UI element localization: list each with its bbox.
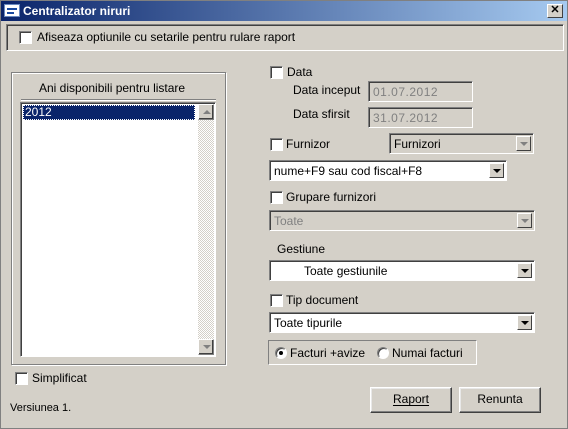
furnizor-checkbox[interactable] — [270, 138, 283, 151]
furnizor-search-select[interactable]: nume+F9 sau cod fiscal+F8 — [269, 160, 507, 181]
scroll-down-arrow-icon — [203, 345, 211, 349]
tip-document-label: Tip document — [286, 293, 359, 307]
grupare-label: Grupare furnizori — [286, 190, 377, 204]
show-options-checkbox[interactable] — [19, 31, 32, 44]
dropdown-arrow-icon[interactable] — [516, 136, 531, 151]
radio-facturi-avize-label: Facturi +avize — [290, 346, 366, 360]
list-item[interactable]: 2012 — [23, 105, 195, 120]
simplificat-checkbox[interactable] — [15, 372, 28, 385]
scroll-down-button[interactable] — [198, 339, 214, 355]
gestiune-label: Gestiune — [277, 242, 326, 256]
tip-document-select[interactable]: Toate tipurile — [269, 312, 535, 333]
grupare-checkbox[interactable] — [270, 191, 283, 204]
years-panel-title: Ani disponibili pentru listare — [39, 81, 186, 95]
years-panel-divider — [21, 99, 216, 101]
start-date-label: Data inceput — [293, 83, 361, 97]
end-date-label: Data sfirsit — [293, 107, 350, 121]
show-options-label: Afiseaza optiunile cu setarile pentru ru… — [37, 30, 296, 44]
data-checkbox[interactable] — [270, 66, 283, 79]
radio-numai-facturi[interactable] — [377, 347, 389, 359]
close-button[interactable]: ✕ — [547, 4, 563, 18]
dropdown-arrow-icon[interactable] — [517, 263, 532, 278]
years-listbox[interactable]: 2012 — [20, 102, 216, 357]
version-label: Versiunea 1. — [10, 402, 72, 414]
dropdown-arrow-icon[interactable] — [517, 213, 532, 228]
dropdown-arrow-icon[interactable] — [517, 315, 532, 330]
main-window: Centralizator niruri ✕ Afiseaza optiunil… — [0, 0, 568, 429]
grupare-select[interactable]: Toate — [269, 210, 535, 231]
dropdown-arrow-icon[interactable] — [489, 163, 504, 178]
scroll-up-arrow-icon — [203, 110, 211, 114]
start-date-field[interactable]: 01.07.2012 — [368, 81, 473, 102]
renunta-button[interactable]: Renunta — [459, 387, 541, 413]
document-radio-group: Facturi +avize Numai facturi — [268, 340, 477, 365]
raport-button[interactable]: Raport — [370, 387, 452, 413]
gestiune-select[interactable]: Toate gestiunile — [269, 260, 535, 281]
data-label: Data — [287, 65, 313, 79]
furnizor-type-select[interactable]: Furnizori — [389, 133, 534, 154]
scroll-up-button[interactable] — [198, 104, 214, 120]
years-panel: Ani disponibili pentru listare 2012 — [11, 72, 226, 365]
window-title: Centralizator niruri — [23, 4, 131, 18]
simplificat-label: Simplificat — [32, 371, 87, 385]
radio-numai-facturi-label: Numai facturi — [392, 346, 463, 360]
list-scrollbar[interactable] — [198, 104, 214, 355]
radio-facturi-avize[interactable] — [275, 347, 287, 359]
title-bar[interactable]: Centralizator niruri ✕ — [1, 1, 567, 21]
options-strip: Afiseaza optiunile cu setarile pentru ru… — [6, 24, 564, 51]
furnizor-label: Furnizor — [286, 137, 331, 151]
tip-document-checkbox[interactable] — [270, 294, 283, 307]
app-icon — [4, 4, 20, 17]
end-date-field[interactable]: 31.07.2012 — [368, 107, 473, 128]
